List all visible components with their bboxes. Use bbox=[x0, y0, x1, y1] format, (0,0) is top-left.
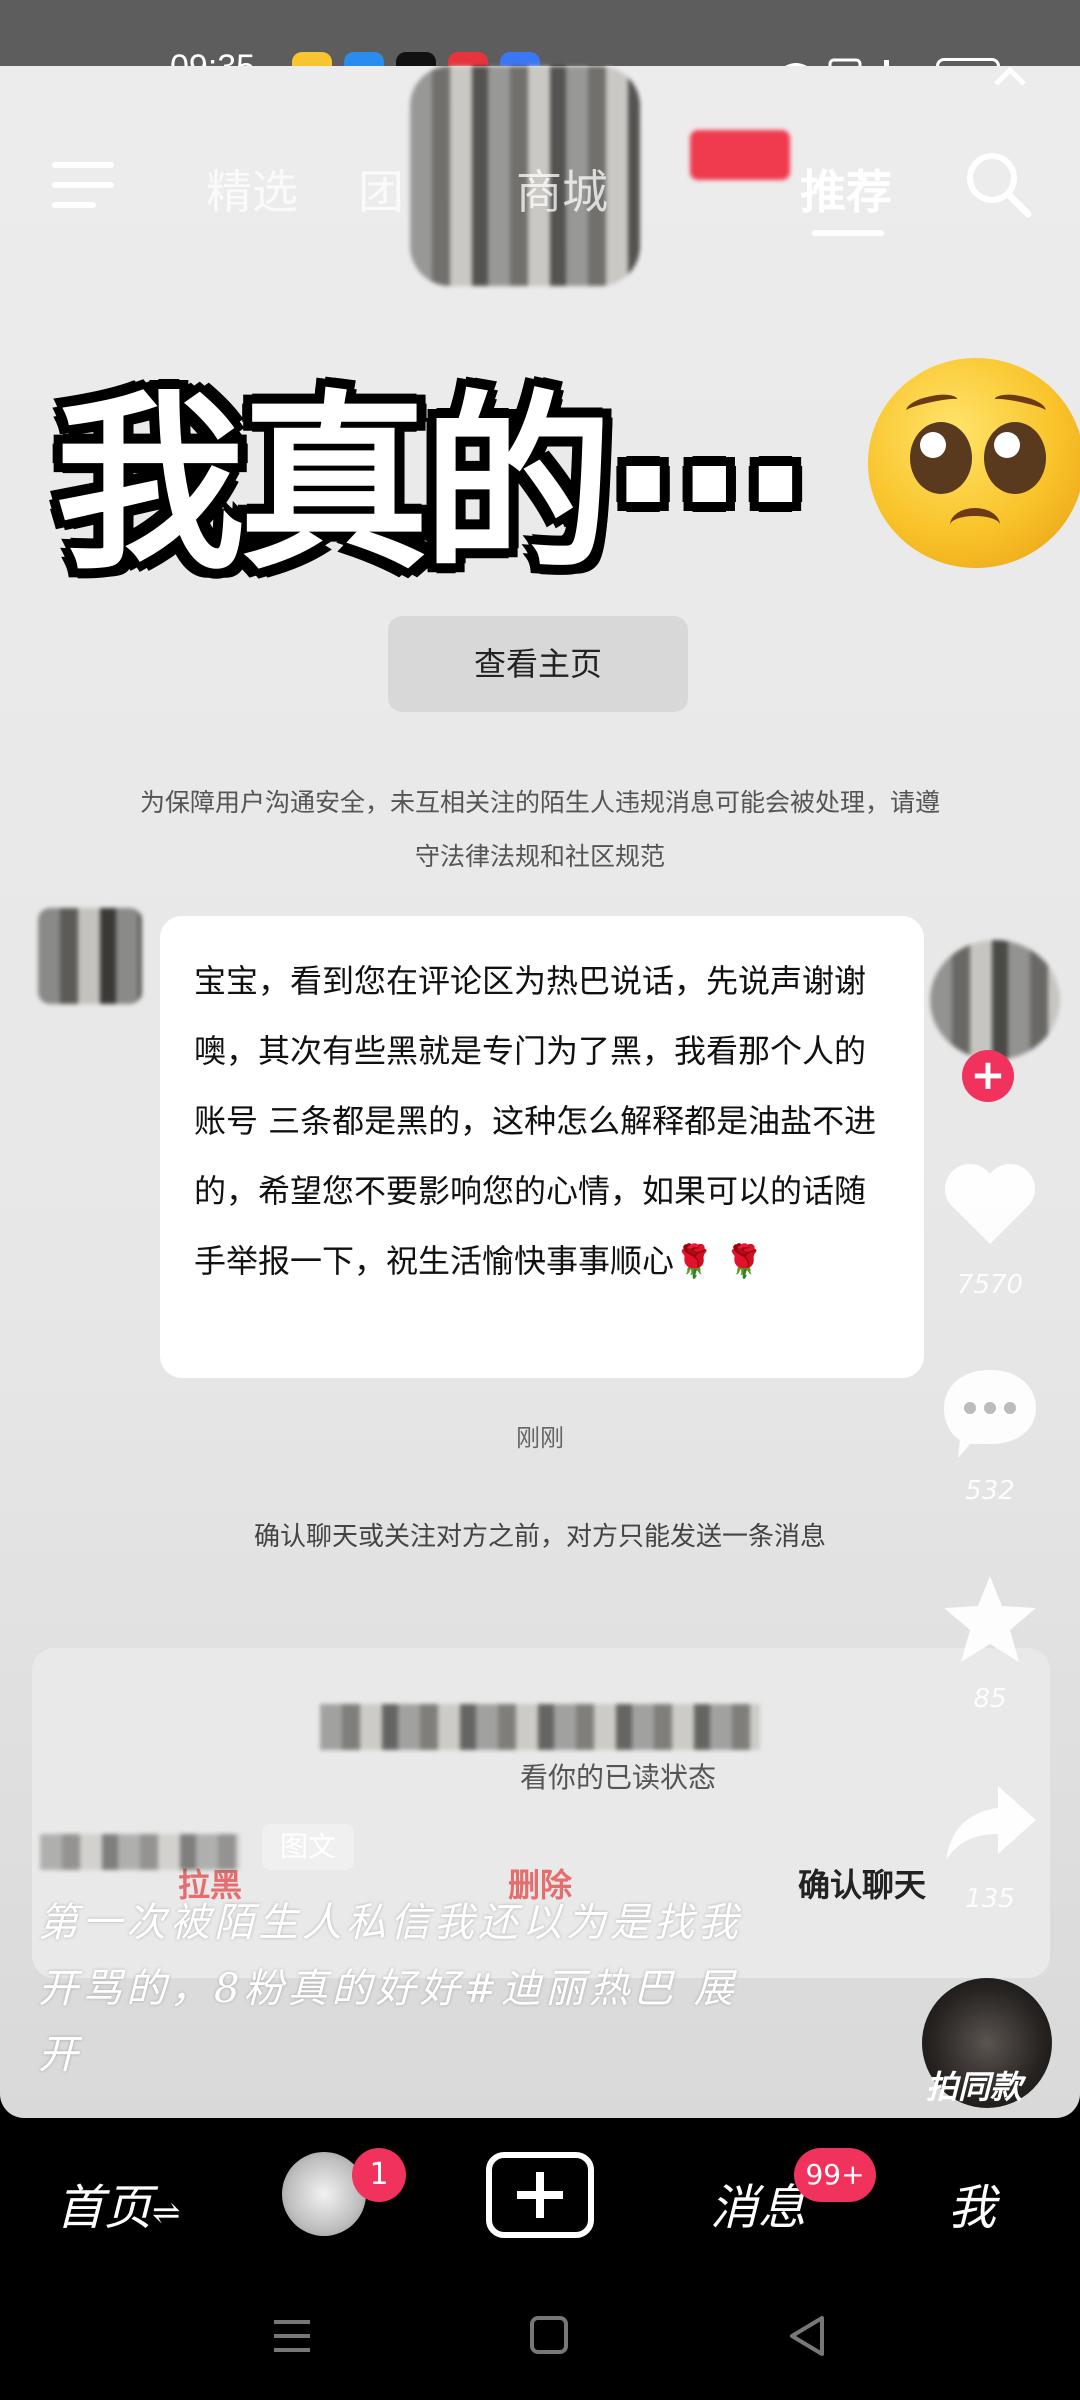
view-profile-button[interactable]: 查看主页 bbox=[388, 616, 688, 712]
home-nav-icon[interactable] bbox=[528, 2314, 572, 2358]
status-bar bbox=[0, 0, 1080, 70]
comment-icon[interactable] bbox=[940, 1364, 1040, 1460]
follow-button[interactable]: + bbox=[962, 1050, 1014, 1102]
refresh-icon: ⇌ bbox=[152, 2193, 181, 2233]
plus-icon bbox=[517, 2172, 563, 2218]
confirm-chat-button[interactable]: 确认聊天 bbox=[798, 1860, 926, 1906]
share-icon[interactable] bbox=[940, 1778, 1040, 1868]
collapse-icon[interactable] bbox=[990, 62, 1030, 92]
message-time: 刚刚 bbox=[516, 1424, 564, 1452]
like-icon[interactable] bbox=[940, 1160, 1040, 1250]
favorite-icon[interactable] bbox=[940, 1572, 1040, 1664]
sender-avatar bbox=[38, 908, 142, 1004]
like-count: 7570 bbox=[956, 1270, 1024, 1300]
video-caption[interactable]: 第一次被陌生人私信我还以为是找我开骂的，8粉真的好好#迪丽热巴 展开 bbox=[38, 1890, 758, 2088]
tab-featured[interactable]: 精选 bbox=[206, 156, 298, 222]
recents-icon[interactable] bbox=[272, 2316, 314, 2356]
back-icon[interactable] bbox=[786, 2314, 830, 2358]
search-icon[interactable] bbox=[964, 150, 1034, 220]
tab-recommend[interactable]: 推荐 bbox=[800, 156, 892, 222]
read-status-text: 看你的已读状态 bbox=[520, 1761, 717, 1794]
tab-me[interactable]: 我 bbox=[948, 2168, 996, 2238]
tab-group[interactable]: 团 bbox=[358, 156, 404, 222]
messages-badge: 99+ bbox=[794, 2148, 876, 2202]
tab-home-label: 首页 bbox=[56, 2180, 153, 2236]
author-name[interactable] bbox=[40, 1834, 240, 1870]
tab-mall[interactable]: 商城 bbox=[516, 156, 608, 222]
tab-home[interactable]: 首页⇌ bbox=[56, 2168, 181, 2238]
menu-icon[interactable] bbox=[52, 160, 118, 210]
active-tab-indicator bbox=[812, 230, 884, 236]
safety-notice: 为保障用户沟通安全，未互相关注的陌生人违规消息可能会被处理，请遵守法律法规和社区… bbox=[140, 788, 941, 871]
share-count: 135 bbox=[965, 1884, 1015, 1914]
creator-avatar[interactable] bbox=[930, 940, 1060, 1060]
same-style-button[interactable]: 拍同款 bbox=[926, 2062, 1022, 2108]
video-headline: 我真的··· bbox=[55, 374, 812, 595]
create-button[interactable] bbox=[486, 2152, 594, 2238]
message-limit-note: 确认聊天或关注对方之前，对方只能发送一条消息 bbox=[253, 1522, 826, 1552]
image-text-tag: 图文 bbox=[262, 1824, 355, 1870]
friends-badge: 1 bbox=[352, 2148, 406, 2202]
blurred-text bbox=[320, 1704, 760, 1750]
pleading-face-icon bbox=[868, 358, 1080, 568]
tab-messages[interactable]: 消息 bbox=[710, 2168, 806, 2238]
message-bubble: 宝宝，看到您在评论区为热巴说话，先说声谢谢噢，其次有些黑就是专门为了黑，我看那个… bbox=[160, 916, 924, 1378]
favorite-count: 85 bbox=[973, 1684, 1007, 1714]
comment-count: 532 bbox=[965, 1476, 1015, 1506]
